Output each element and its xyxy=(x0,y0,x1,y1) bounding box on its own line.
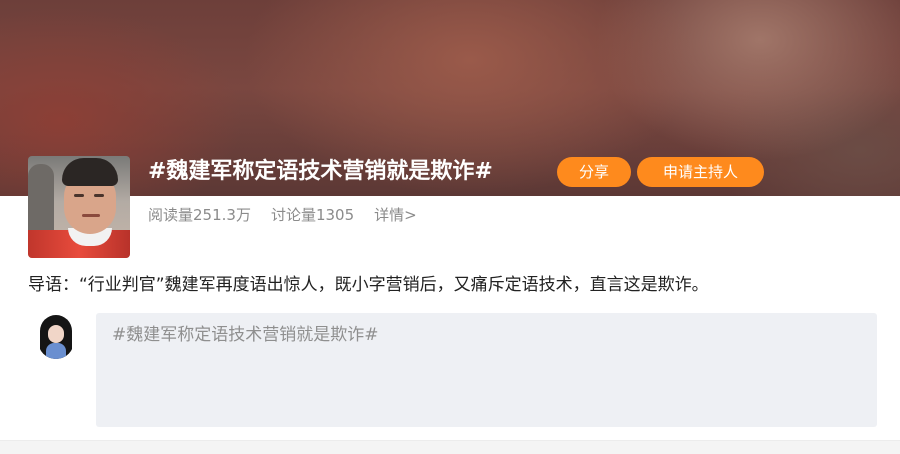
user-avatar xyxy=(38,313,74,359)
detail-link[interactable]: 详情> xyxy=(374,204,417,226)
apply-host-button[interactable]: 申请主持人 xyxy=(637,157,764,187)
discussion-count: 讨论量1305 xyxy=(270,206,355,224)
topic-stats: 阅读量251.3万 讨论量1305 详情> xyxy=(148,204,437,226)
topic-page: #魏建军称定语技术营销就是欺诈# 分享 申请主持人 阅读量251.3万 讨论量13… xyxy=(0,0,900,454)
topic-avatar xyxy=(28,156,130,258)
read-count: 阅读量251.3万 xyxy=(148,206,251,224)
composer-text: #魏建军称定语技术营销就是欺诈# xyxy=(112,325,379,345)
share-button[interactable]: 分享 xyxy=(557,157,631,187)
topic-intro: 导语：“行业判官”魏建军再度语出惊人，既小字营销后，又痛斥定语技术，直言这是欺诈… xyxy=(28,275,709,295)
post-composer-input[interactable]: #魏建军称定语技术营销就是欺诈# xyxy=(96,313,877,427)
topic-title: #魏建军称定语技术营销就是欺诈# xyxy=(148,159,493,184)
bottom-divider xyxy=(0,440,900,454)
